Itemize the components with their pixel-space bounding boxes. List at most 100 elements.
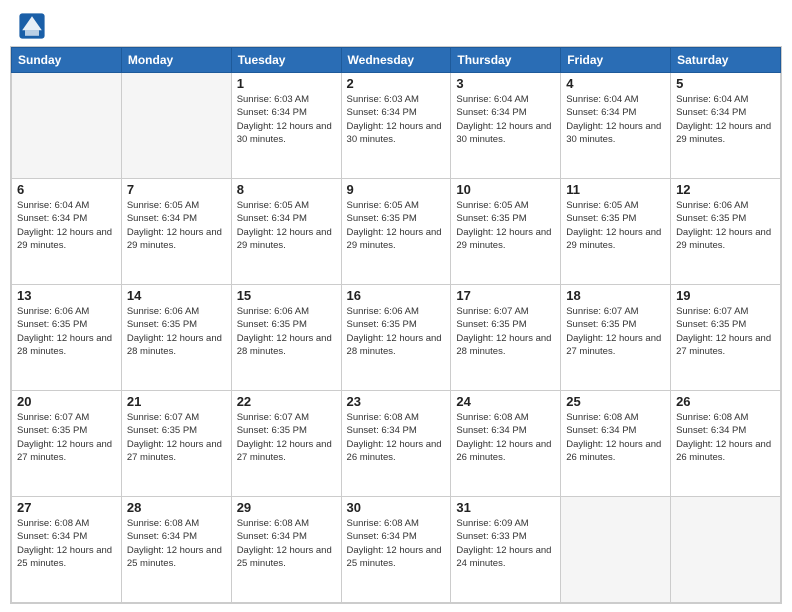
calendar-week-2: 6 Sunrise: 6:04 AM Sunset: 6:34 PM Daylig… [12,179,781,285]
day-info: Sunrise: 6:06 AM Sunset: 6:35 PM Dayligh… [676,199,775,252]
calendar-cell: 4Sunrise: 6:04 AM Sunset: 6:34 PM Daylig… [561,73,671,179]
day-header-saturday: Saturday [671,48,781,73]
calendar-cell: 2 Sunrise: 6:03 AM Sunset: 6:34 PM Daylig… [341,73,451,179]
calendar-cell: 25 Sunrise: 6:08 AM Sunset: 6:34 PM Dayli… [561,391,671,497]
calendar-week-1: 1 Sunrise: 6:03 AM Sunset: 6:34 PM Daylig… [12,73,781,179]
day-header-thursday: Thursday [451,48,561,73]
day-info: Sunrise: 6:06 AM Sunset: 6:35 PM Dayligh… [127,305,226,358]
day-info: Sunrise: 6:08 AM Sunset: 6:34 PM Dayligh… [347,517,446,570]
calendar-cell: 26 Sunrise: 6:08 AM Sunset: 6:34 PM Dayli… [671,391,781,497]
day-number: 7 [127,182,226,197]
calendar-cell: 19 Sunrise: 6:07 AM Sunset: 6:35 PM Dayli… [671,285,781,391]
day-number: 1 [237,76,336,91]
day-header-tuesday: Tuesday [231,48,341,73]
calendar-cell: 7 Sunrise: 6:05 AM Sunset: 6:34 PM Daylig… [121,179,231,285]
calendar-cell: 27Sunrise: 6:08 AM Sunset: 6:34 PM Dayli… [12,497,122,603]
calendar-cell: 8Sunrise: 6:05 AM Sunset: 6:34 PM Daylig… [231,179,341,285]
day-number: 28 [127,500,226,515]
calendar-cell: 15Sunrise: 6:06 AM Sunset: 6:35 PM Dayli… [231,285,341,391]
calendar-cell [671,497,781,603]
day-number: 19 [676,288,775,303]
calendar-cell: 10 Sunrise: 6:05 AM Sunset: 6:35 PM Dayli… [451,179,561,285]
calendar-cell: 14 Sunrise: 6:06 AM Sunset: 6:35 PM Dayli… [121,285,231,391]
day-info: Sunrise: 6:07 AM Sunset: 6:35 PM Dayligh… [566,305,665,358]
day-info: Sunrise: 6:05 AM Sunset: 6:35 PM Dayligh… [456,199,555,252]
calendar-cell: 28 Sunrise: 6:08 AM Sunset: 6:34 PM Dayli… [121,497,231,603]
day-number: 10 [456,182,555,197]
calendar-cell: 22 Sunrise: 6:07 AM Sunset: 6:35 PM Dayli… [231,391,341,497]
day-info: Sunrise: 6:08 AM Sunset: 6:34 PM Dayligh… [347,411,446,464]
day-info: Sunrise: 6:08 AM Sunset: 6:34 PM Dayligh… [676,411,775,464]
day-info: Sunrise: 6:08 AM Sunset: 6:34 PM Dayligh… [456,411,555,464]
calendar: SundayMondayTuesdayWednesdayThursdayFrid… [10,46,782,604]
day-info: Sunrise: 6:07 AM Sunset: 6:35 PM Dayligh… [237,411,336,464]
header [0,0,792,46]
calendar-cell: 9 Sunrise: 6:05 AM Sunset: 6:35 PM Daylig… [341,179,451,285]
calendar-cell: 31Sunrise: 6:09 AM Sunset: 6:33 PM Dayli… [451,497,561,603]
day-number: 12 [676,182,775,197]
calendar-cell: 3 Sunrise: 6:04 AM Sunset: 6:34 PM Daylig… [451,73,561,179]
day-info: Sunrise: 6:07 AM Sunset: 6:35 PM Dayligh… [676,305,775,358]
calendar-cell: 29 Sunrise: 6:08 AM Sunset: 6:34 PM Dayli… [231,497,341,603]
calendar-cell: 20 Sunrise: 6:07 AM Sunset: 6:35 PM Dayli… [12,391,122,497]
day-number: 17 [456,288,555,303]
calendar-cell: 5Sunrise: 6:04 AM Sunset: 6:34 PM Daylig… [671,73,781,179]
calendar-cell: 24Sunrise: 6:08 AM Sunset: 6:34 PM Dayli… [451,391,561,497]
day-info: Sunrise: 6:08 AM Sunset: 6:34 PM Dayligh… [17,517,116,570]
calendar-cell: 21 Sunrise: 6:07 AM Sunset: 6:35 PM Dayli… [121,391,231,497]
day-number: 13 [17,288,116,303]
day-number: 23 [347,394,446,409]
day-number: 14 [127,288,226,303]
day-info: Sunrise: 6:03 AM Sunset: 6:34 PM Dayligh… [237,93,336,146]
day-info: Sunrise: 6:05 AM Sunset: 6:34 PM Dayligh… [127,199,226,252]
calendar-week-3: 13 Sunrise: 6:06 AM Sunset: 6:35 PM Dayli… [12,285,781,391]
day-header-friday: Friday [561,48,671,73]
day-info: Sunrise: 6:05 AM Sunset: 6:35 PM Dayligh… [347,199,446,252]
day-number: 26 [676,394,775,409]
calendar-cell: 11 Sunrise: 6:05 AM Sunset: 6:35 PM Dayli… [561,179,671,285]
day-info: Sunrise: 6:04 AM Sunset: 6:34 PM Dayligh… [17,199,116,252]
day-header-wednesday: Wednesday [341,48,451,73]
calendar-cell [121,73,231,179]
day-info: Sunrise: 6:07 AM Sunset: 6:35 PM Dayligh… [17,411,116,464]
day-number: 31 [456,500,555,515]
day-number: 2 [347,76,446,91]
logo-icon [18,12,46,40]
day-number: 9 [347,182,446,197]
header-row: SundayMondayTuesdayWednesdayThursdayFrid… [12,48,781,73]
day-number: 25 [566,394,665,409]
page: SundayMondayTuesdayWednesdayThursdayFrid… [0,0,792,612]
day-info: Sunrise: 6:06 AM Sunset: 6:35 PM Dayligh… [17,305,116,358]
day-number: 16 [347,288,446,303]
calendar-week-5: 27Sunrise: 6:08 AM Sunset: 6:34 PM Dayli… [12,497,781,603]
calendar-cell: 1 Sunrise: 6:03 AM Sunset: 6:34 PM Daylig… [231,73,341,179]
day-info: Sunrise: 6:08 AM Sunset: 6:34 PM Dayligh… [566,411,665,464]
day-info: Sunrise: 6:08 AM Sunset: 6:34 PM Dayligh… [237,517,336,570]
calendar-cell [561,497,671,603]
day-info: Sunrise: 6:04 AM Sunset: 6:34 PM Dayligh… [456,93,555,146]
day-number: 6 [17,182,116,197]
calendar-cell: 6 Sunrise: 6:04 AM Sunset: 6:34 PM Daylig… [12,179,122,285]
day-number: 5 [676,76,775,91]
day-number: 11 [566,182,665,197]
day-info: Sunrise: 6:07 AM Sunset: 6:35 PM Dayligh… [127,411,226,464]
day-number: 22 [237,394,336,409]
calendar-week-4: 20 Sunrise: 6:07 AM Sunset: 6:35 PM Dayli… [12,391,781,497]
day-header-sunday: Sunday [12,48,122,73]
day-header-monday: Monday [121,48,231,73]
calendar-cell: 13 Sunrise: 6:06 AM Sunset: 6:35 PM Dayli… [12,285,122,391]
calendar-cell: 18Sunrise: 6:07 AM Sunset: 6:35 PM Dayli… [561,285,671,391]
calendar-cell [12,73,122,179]
calendar-cell: 17Sunrise: 6:07 AM Sunset: 6:35 PM Dayli… [451,285,561,391]
day-number: 20 [17,394,116,409]
day-info: Sunrise: 6:06 AM Sunset: 6:35 PM Dayligh… [347,305,446,358]
calendar-cell: 30Sunrise: 6:08 AM Sunset: 6:34 PM Dayli… [341,497,451,603]
day-info: Sunrise: 6:06 AM Sunset: 6:35 PM Dayligh… [237,305,336,358]
day-info: Sunrise: 6:03 AM Sunset: 6:34 PM Dayligh… [347,93,446,146]
day-number: 3 [456,76,555,91]
day-number: 8 [237,182,336,197]
day-number: 21 [127,394,226,409]
day-info: Sunrise: 6:05 AM Sunset: 6:35 PM Dayligh… [566,199,665,252]
day-info: Sunrise: 6:08 AM Sunset: 6:34 PM Dayligh… [127,517,226,570]
day-number: 29 [237,500,336,515]
